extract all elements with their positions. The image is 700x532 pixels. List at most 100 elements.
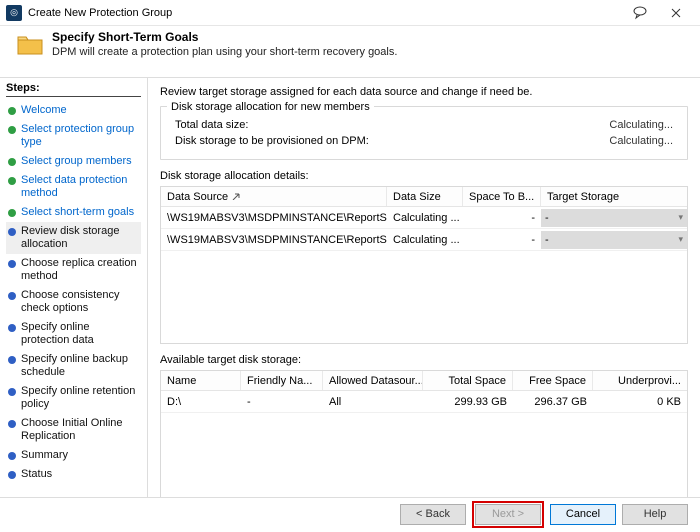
col-free-space[interactable]: Free Space xyxy=(513,371,593,390)
next-button[interactable]: Next > xyxy=(475,504,541,525)
step-label: Specify online backup schedule xyxy=(21,353,139,379)
step-label: Status xyxy=(21,468,52,481)
cell-allowed: All xyxy=(323,396,423,408)
steps-sidebar: Steps: WelcomeSelect protection group ty… xyxy=(0,78,148,497)
step-0[interactable]: Welcome xyxy=(6,101,141,120)
back-button[interactable]: < Back xyxy=(400,504,466,525)
step-bullet-icon xyxy=(8,324,16,332)
col-data-size[interactable]: Data Size xyxy=(387,187,463,206)
table-row[interactable]: D:\-All299.93 GB296.37 GB0 KB xyxy=(161,391,687,413)
step-bullet-icon xyxy=(8,209,16,217)
step-10: Specify online retention policy xyxy=(6,382,141,414)
chevron-down-icon: ▾ xyxy=(678,234,683,245)
cell-target: -▾ xyxy=(541,231,687,249)
cell-source: \WS19MABSV3\MSDPMINSTANCE\ReportServe... xyxy=(161,234,387,246)
new-members-group: Disk storage allocation for new members … xyxy=(160,106,688,160)
cell-under: 0 KB xyxy=(593,396,687,408)
cell-free: 296.37 GB xyxy=(513,396,593,408)
step-label: Welcome xyxy=(21,104,67,117)
step-3[interactable]: Select data protection method xyxy=(6,171,141,203)
intro-text: Review target storage assigned for each … xyxy=(160,86,688,98)
step-6: Choose replica creation method xyxy=(6,254,141,286)
total-data-size-value: Calculating... xyxy=(609,119,673,131)
target-value: - xyxy=(545,212,549,224)
details-table: Data Source Data Size Space To B... Targ… xyxy=(160,186,688,344)
total-data-size-label: Total data size: xyxy=(175,119,609,131)
cell-friendly: - xyxy=(241,396,323,408)
next-highlight: Next > xyxy=(472,501,544,528)
step-13: Status xyxy=(6,465,141,484)
app-icon: ◎ xyxy=(6,5,22,21)
table-row[interactable]: \WS19MABSV3\MSDPMINSTANCE\ReportServe...… xyxy=(161,207,687,229)
step-bullet-icon xyxy=(8,471,16,479)
step-12: Summary xyxy=(6,446,141,465)
step-bullet-icon xyxy=(8,158,16,166)
col-underprov[interactable]: Underprovi... xyxy=(593,371,687,390)
details-title: Disk storage allocation details: xyxy=(160,170,688,182)
page-title: Specify Short-Term Goals xyxy=(52,30,397,44)
help-button[interactable]: Help xyxy=(622,504,688,525)
folder-icon xyxy=(16,32,44,56)
step-bullet-icon xyxy=(8,356,16,364)
target-value: - xyxy=(545,234,549,246)
cancel-button[interactable]: Cancel xyxy=(550,504,616,525)
cell-size: Calculating ... xyxy=(387,234,463,246)
step-label: Select group members xyxy=(21,155,132,168)
cell-space: - xyxy=(463,234,541,246)
col-target-storage[interactable]: Target Storage xyxy=(541,187,687,206)
wizard-header: Specify Short-Term Goals DPM will create… xyxy=(0,26,700,78)
col-name[interactable]: Name xyxy=(161,371,241,390)
title-bar: ◎ Create New Protection Group xyxy=(0,0,700,26)
page-subtitle: DPM will create a protection plan using … xyxy=(52,46,397,58)
new-members-legend: Disk storage allocation for new members xyxy=(167,101,374,113)
step-bullet-icon xyxy=(8,177,16,185)
sort-asc-icon xyxy=(232,191,240,203)
step-bullet-icon xyxy=(8,388,16,396)
step-bullet-icon xyxy=(8,107,16,115)
step-bullet-icon xyxy=(8,228,16,236)
disk-provisioned-label: Disk storage to be provisioned on DPM: xyxy=(175,135,609,147)
step-label: Choose consistency check options xyxy=(21,289,139,315)
cell-total: 299.93 GB xyxy=(423,396,513,408)
col-space-to-be[interactable]: Space To B... xyxy=(463,187,541,206)
storage-title: Available target disk storage: xyxy=(160,354,688,366)
col-data-source[interactable]: Data Source xyxy=(161,187,387,206)
window-title: Create New Protection Group xyxy=(28,7,622,19)
details-header-row: Data Source Data Size Space To B... Targ… xyxy=(161,187,687,207)
disk-provisioned-value: Calculating... xyxy=(609,135,673,147)
wizard-footer: < Back Next > Cancel Help xyxy=(0,498,700,530)
step-8: Specify online protection data xyxy=(6,318,141,350)
target-storage-dropdown[interactable]: -▾ xyxy=(541,231,687,249)
table-row[interactable]: \WS19MABSV3\MSDPMINSTANCE\ReportServe...… xyxy=(161,229,687,251)
step-label: Choose replica creation method xyxy=(21,257,139,283)
col-friendly[interactable]: Friendly Na... xyxy=(241,371,323,390)
col-allowed[interactable]: Allowed Datasour... xyxy=(323,371,423,390)
step-label: Select protection group type xyxy=(21,123,139,149)
step-5[interactable]: Review disk storage allocation xyxy=(6,222,141,254)
step-7: Choose consistency check options xyxy=(6,286,141,318)
storage-header-row: Name Friendly Na... Allowed Datasour... … xyxy=(161,371,687,391)
step-label: Review disk storage allocation xyxy=(21,225,139,251)
step-1[interactable]: Select protection group type xyxy=(6,120,141,152)
close-button[interactable] xyxy=(658,3,694,23)
cell-name: D:\ xyxy=(161,396,241,408)
step-2[interactable]: Select group members xyxy=(6,152,141,171)
step-label: Choose Initial Online Replication xyxy=(21,417,139,443)
storage-empty-area xyxy=(161,413,687,497)
step-bullet-icon xyxy=(8,260,16,268)
step-label: Select short-term goals xyxy=(21,206,134,219)
target-storage-dropdown[interactable]: -▾ xyxy=(541,209,687,227)
step-11: Choose Initial Online Replication xyxy=(6,414,141,446)
step-bullet-icon xyxy=(8,126,16,134)
cell-target: -▾ xyxy=(541,209,687,227)
help-balloon-icon[interactable] xyxy=(622,3,658,23)
storage-table: Name Friendly Na... Allowed Datasour... … xyxy=(160,370,688,497)
col-total-space[interactable]: Total Space xyxy=(423,371,513,390)
step-bullet-icon xyxy=(8,420,16,428)
step-4[interactable]: Select short-term goals xyxy=(6,203,141,222)
step-label: Specify online protection data xyxy=(21,321,139,347)
step-bullet-icon xyxy=(8,452,16,460)
details-empty-area xyxy=(161,251,687,343)
chevron-down-icon: ▾ xyxy=(678,212,683,223)
step-label: Specify online retention policy xyxy=(21,385,139,411)
